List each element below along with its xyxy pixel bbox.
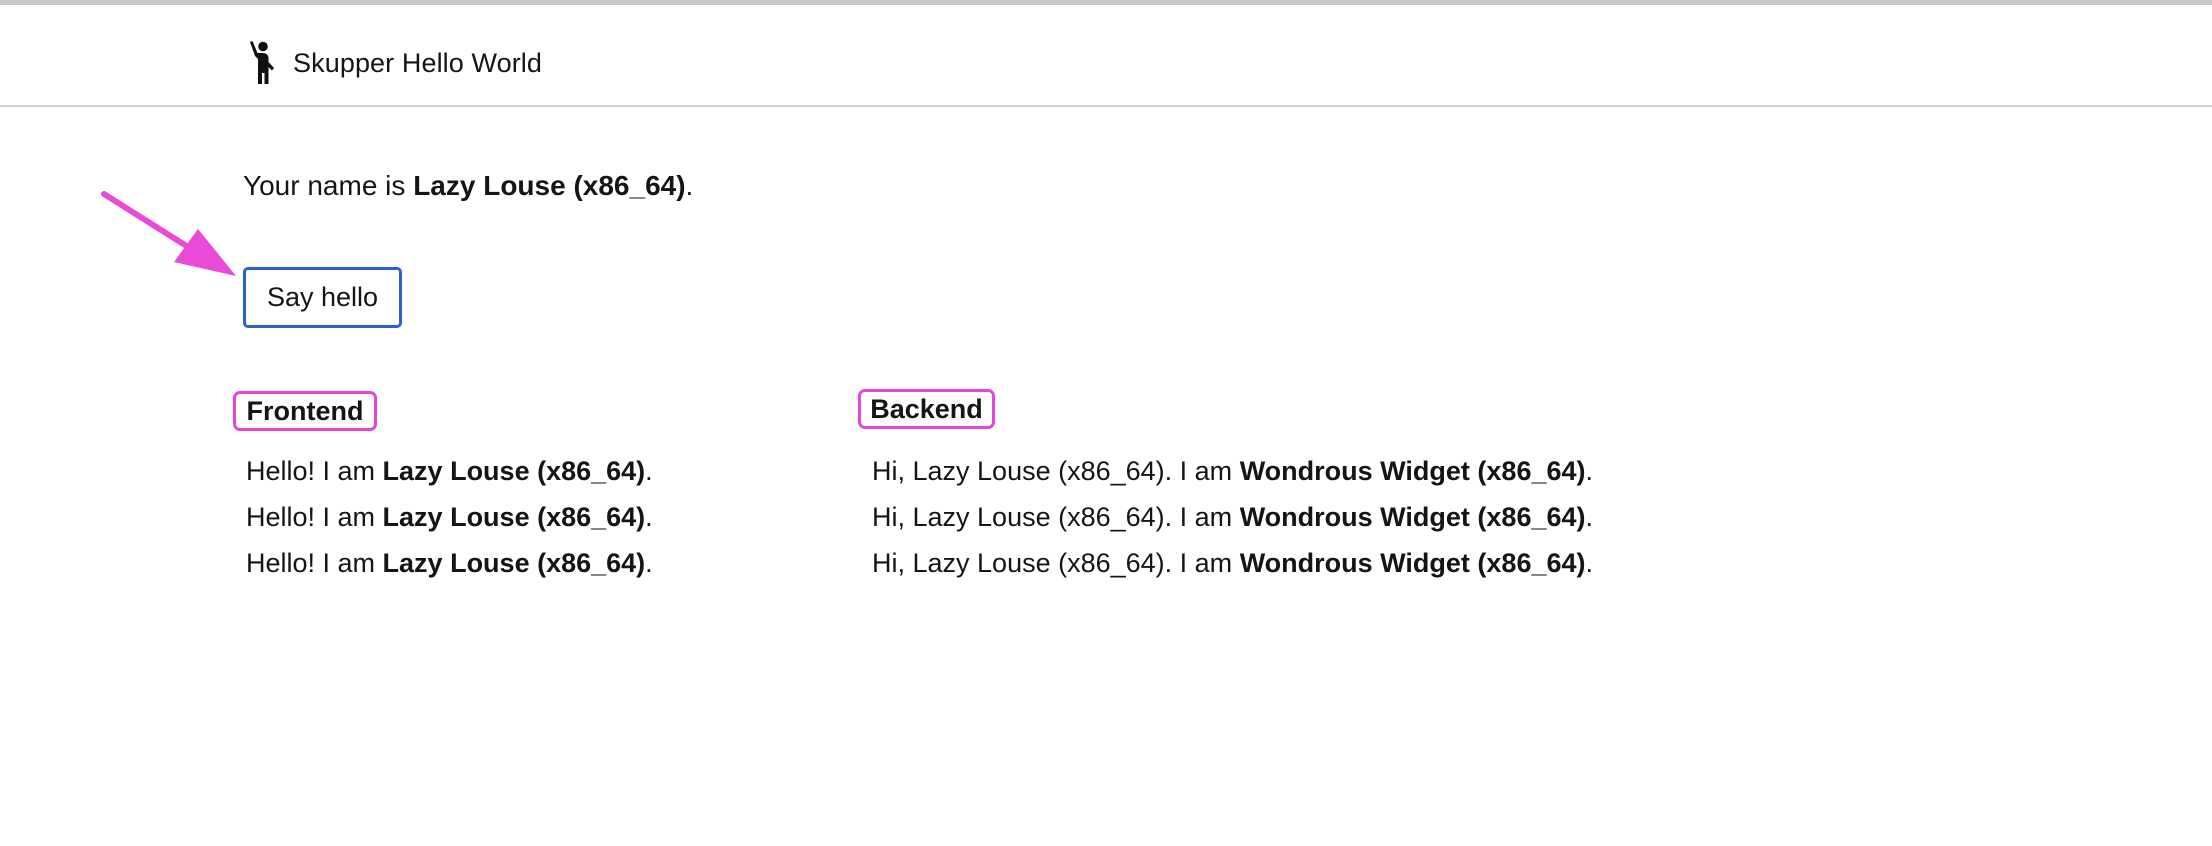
frontend-message: Hello! I am Lazy Louse (x86_64).: [246, 448, 653, 494]
backend-message: Hi, Lazy Louse (x86_64). I am Wondrous W…: [872, 494, 1593, 540]
message-prefix: Hello! I am: [246, 502, 383, 532]
message-prefix: Hi, Lazy Louse (x86_64). I am: [872, 456, 1240, 486]
message-name: Lazy Louse (x86_64): [382, 456, 646, 486]
message-suffix: .: [645, 456, 653, 486]
message-name: Wondrous Widget (x86_64): [1239, 548, 1586, 578]
message-suffix: .: [645, 502, 653, 532]
annotation-arrow-icon: [101, 191, 236, 276]
message-prefix: Hello! I am: [246, 456, 383, 486]
say-hello-button[interactable]: Say hello: [243, 267, 402, 328]
message-prefix: Hello! I am: [246, 548, 383, 578]
page-header: Skupper Hello World: [0, 5, 2212, 107]
your-name-line: Your name is Lazy Louse (x86_64).: [243, 170, 693, 202]
frontend-heading: Frontend: [233, 391, 377, 431]
message-name: Lazy Louse (x86_64): [382, 548, 646, 578]
backend-message: Hi, Lazy Louse (x86_64). I am Wondrous W…: [872, 448, 1593, 494]
name-line-suffix: .: [685, 170, 694, 201]
message-prefix: Hi, Lazy Louse (x86_64). I am: [872, 548, 1240, 578]
backend-message: Hi, Lazy Louse (x86_64). I am Wondrous W…: [872, 540, 1593, 586]
frontend-message: Hello! I am Lazy Louse (x86_64).: [246, 494, 653, 540]
frontend-message-list: Hello! I am Lazy Louse (x86_64). Hello! …: [246, 448, 653, 586]
message-suffix: .: [645, 548, 653, 578]
backend-message-list: Hi, Lazy Louse (x86_64). I am Wondrous W…: [872, 448, 1593, 586]
message-name: Wondrous Widget (x86_64): [1239, 456, 1586, 486]
name-line-prefix: Your name is: [243, 170, 414, 201]
message-name: Wondrous Widget (x86_64): [1239, 502, 1586, 532]
app-title: Skupper Hello World: [293, 47, 543, 78]
your-name-value: Lazy Louse (x86_64): [413, 170, 686, 201]
frontend-message: Hello! I am Lazy Louse (x86_64).: [246, 540, 653, 586]
brand: Skupper Hello World: [246, 35, 542, 91]
message-prefix: Hi, Lazy Louse (x86_64). I am: [872, 502, 1240, 532]
message-name: Lazy Louse (x86_64): [382, 502, 646, 532]
person-waving-icon: [250, 41, 274, 84]
message-suffix: .: [1585, 502, 1594, 532]
backend-heading: Backend: [858, 389, 995, 429]
message-suffix: .: [1585, 548, 1594, 578]
message-suffix: .: [1585, 456, 1594, 486]
